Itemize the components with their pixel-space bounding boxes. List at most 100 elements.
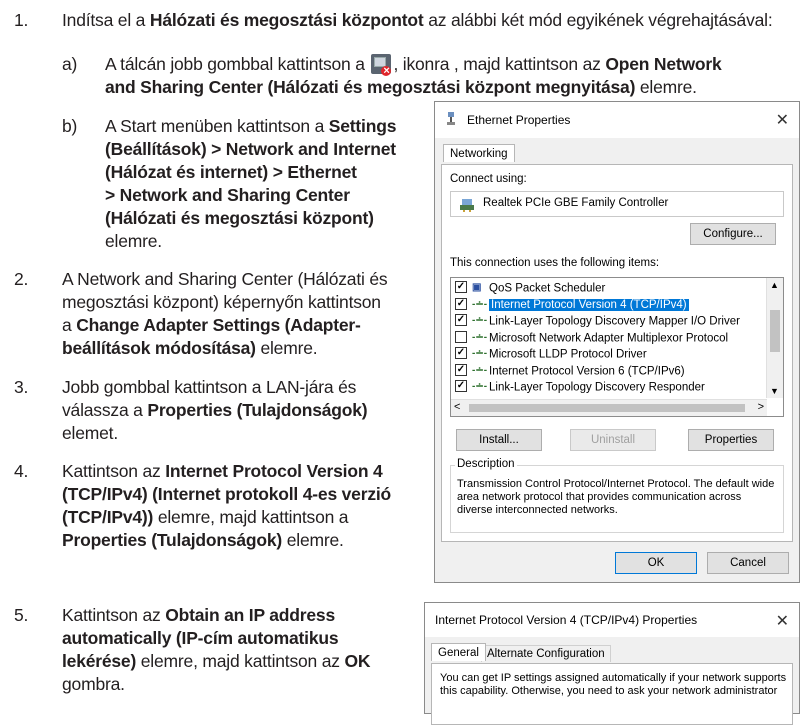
step-5-l2-bold: automatically (IP-cím automatikus	[62, 628, 339, 648]
step-1a-bold: Open Network	[605, 54, 722, 74]
vertical-scrollbar[interactable]: ▲ ▼	[766, 278, 783, 398]
tab-alternate-configuration[interactable]: Alternate Configuration	[481, 645, 611, 662]
items-list[interactable]: ▣QoS Packet Scheduler-∸-Internet Protoco…	[450, 277, 784, 417]
step-2-l3: a Change Adapter Settings (Adapter-	[62, 314, 361, 336]
network-tray-icon	[371, 54, 392, 76]
step-1b-l2: (Beállítások) > Network and Internet	[105, 138, 396, 160]
step-1-post: az alábbi két mód egyikének végrehajtásá…	[423, 10, 773, 30]
list-item[interactable]: -∸- Microsoft Network Adapter Multiplexor…	[451, 330, 783, 347]
step-4-l3-bold: (TCP/IPv4))	[62, 507, 154, 527]
step-1b-l3-bold: (Hálózat és internet) > Ethernet	[105, 162, 357, 182]
ipv4-info-line-2: this capability. Otherwise, you need to …	[440, 685, 778, 697]
ipv4-dialog-title: Internet Protocol Version 4 (TCP/IPv4) P…	[435, 613, 698, 627]
close-icon[interactable]: ✕	[776, 110, 789, 130]
step-5-number: 5.	[14, 605, 29, 625]
step-4-l2-bold: (TCP/IPv4) (Internet protokoll 4-es verz…	[62, 484, 392, 504]
network-protocol-icon: -∸-	[472, 298, 488, 310]
ipv4-titlebar: Internet Protocol Version 4 (TCP/IPv4) P…	[425, 603, 799, 637]
item-checkbox[interactable]	[455, 380, 467, 393]
step-2-l4: beállítások módosítása) elemre.	[62, 337, 318, 359]
item-checkbox[interactable]	[455, 347, 467, 360]
connect-using-label: Connect using:	[450, 173, 527, 185]
step-5-l1: Kattintson az Obtain an IP address	[62, 604, 335, 626]
item-checkbox[interactable]	[455, 297, 467, 310]
install-button[interactable]: Install...	[456, 429, 542, 451]
step-4-number: 4.	[14, 461, 29, 481]
step-1a-bold-2: and Sharing Center (Hálózati és megosztá…	[105, 77, 636, 97]
item-checkbox[interactable]	[455, 330, 467, 343]
list-item[interactable]: -∸-Link-Layer Topology Discovery Mapper …	[451, 313, 783, 330]
step-1-pre: Indítsa el a	[62, 10, 150, 30]
step-3-l2-pre: válassza a	[62, 400, 148, 420]
item-checkbox[interactable]	[455, 314, 467, 327]
list-item[interactable]: -∸-Microsoft LLDP Protocol Driver	[451, 346, 783, 363]
step-2-number: 2.	[14, 269, 29, 289]
list-item[interactable]: -∸-Internet Protocol Version 4 (TCP/IPv4…	[451, 297, 783, 314]
step-4-l4-bold: Properties (Tulajdonságok)	[62, 530, 283, 550]
cancel-button[interactable]: Cancel	[707, 552, 789, 574]
scroll-up-icon[interactable]: ▲	[770, 280, 779, 290]
item-checkbox[interactable]	[455, 363, 467, 376]
dialog-title: Ethernet Properties	[467, 113, 571, 127]
items-container: ▣QoS Packet Scheduler-∸-Internet Protoco…	[451, 278, 783, 396]
list-item[interactable]: ▣ QoS Packet Scheduler	[451, 280, 783, 297]
network-adapter-icon	[447, 112, 455, 125]
horizontal-scrollbar[interactable]: < >	[451, 399, 767, 416]
ok-button[interactable]: OK	[615, 552, 697, 574]
tab-networking[interactable]: Networking	[443, 144, 515, 162]
step-3-l2-bold: Properties (Tulajdonságok)	[147, 400, 368, 420]
hscroll-thumb[interactable]	[469, 404, 745, 412]
uninstall-button[interactable]: Uninstall	[570, 429, 656, 451]
description-group: Description Transmission Control Protoco…	[450, 458, 784, 533]
step-3-number: 3.	[14, 377, 29, 397]
step-1b-l5-bold: (Hálózati és megosztási központ)	[105, 208, 374, 228]
network-protocol-icon: -∸-	[472, 348, 488, 359]
item-checkbox[interactable]	[455, 281, 467, 294]
list-item[interactable]: -∸-Link-Layer Topology Discovery Respond…	[451, 379, 783, 396]
step-4-l1-pre: Kattintson az	[62, 461, 166, 481]
item-label: QoS Packet Scheduler	[489, 282, 606, 295]
step-5-l4: gombra.	[62, 674, 125, 694]
step-5-l3: lekérése) elemre, majd kattintson az OK	[62, 650, 371, 672]
list-item[interactable]: -∸-Internet Protocol Version 6 (TCP/IPv6…	[451, 363, 783, 380]
step-2-l4-bold: beállítások módosítása)	[62, 338, 256, 358]
item-label: Internet Protocol Version 4 (TCP/IPv4)	[489, 298, 689, 311]
step-1-text: Indítsa el a Hálózati és megosztási közp…	[62, 9, 773, 31]
item-label: Link-Layer Topology Discovery Mapper I/O…	[489, 315, 740, 328]
ipv4-tab-panel: You can get IP settings assigned automat…	[431, 663, 793, 725]
item-label: Microsoft Network Adapter Multiplexor Pr…	[489, 331, 729, 344]
step-2-l4-post: elemre.	[255, 338, 318, 358]
item-label: Internet Protocol Version 6 (TCP/IPv6)	[489, 364, 685, 377]
scroll-right-icon[interactable]: >	[758, 401, 764, 413]
step-1a-post: elemre.	[635, 77, 697, 97]
network-protocol-icon: -∸-	[472, 381, 488, 392]
step-1-bold: Hálózati és megosztási központot	[149, 10, 424, 30]
step-4-l1: Kattintson az Internet Protocol Version …	[62, 460, 383, 482]
step-3-l3: elemet.	[62, 423, 118, 443]
step-1b-bold: Settings	[328, 116, 397, 136]
ipv4-close-icon[interactable]: ✕	[776, 611, 789, 631]
step-4-l4: Properties (Tulajdonságok) elemre.	[62, 529, 344, 551]
properties-button[interactable]: Properties	[688, 429, 774, 451]
step-3-l1: Jobb gombbal kattintson a LAN-jára és	[62, 377, 357, 397]
step-1b-l2-bold: (Beállítások) > Network and Internet	[105, 139, 396, 159]
tab-general[interactable]: General	[431, 643, 486, 661]
step-1a-line2: and Sharing Center (Hálózati és megosztá…	[105, 76, 697, 98]
step-4-l4-post: elemre.	[282, 530, 344, 550]
scroll-thumb[interactable]	[770, 310, 780, 352]
step-4-l1-bold: Internet Protocol Version 4	[165, 461, 383, 481]
description-label: Description	[455, 458, 517, 470]
scroll-left-icon[interactable]: <	[454, 401, 460, 413]
configure-button[interactable]: Configure...	[690, 223, 776, 245]
step-5-l2: automatically (IP-cím automatikus	[62, 627, 339, 649]
step-4-l3-post: elemre, majd kattintson a	[153, 507, 349, 527]
step-1b-l3: (Hálózat és internet) > Ethernet	[105, 161, 357, 183]
step-5-l3-mid: elemre, majd kattintson az	[136, 651, 345, 671]
step-1b-l1: A Start menüben kattintson a Settings	[105, 115, 396, 137]
ethernet-properties-dialog: Ethernet Properties ✕ Networking Connect…	[434, 101, 800, 583]
step-1b-letter: b)	[62, 116, 78, 136]
step-1b-l4-bold: > Network and Sharing Center	[105, 185, 350, 205]
step-4-l2: (TCP/IPv4) (Internet protokoll 4-es verz…	[62, 483, 391, 505]
tab-panel: Connect using: Realtek PCIe GBE Family C…	[441, 164, 793, 542]
scroll-down-icon[interactable]: ▼	[770, 386, 779, 396]
